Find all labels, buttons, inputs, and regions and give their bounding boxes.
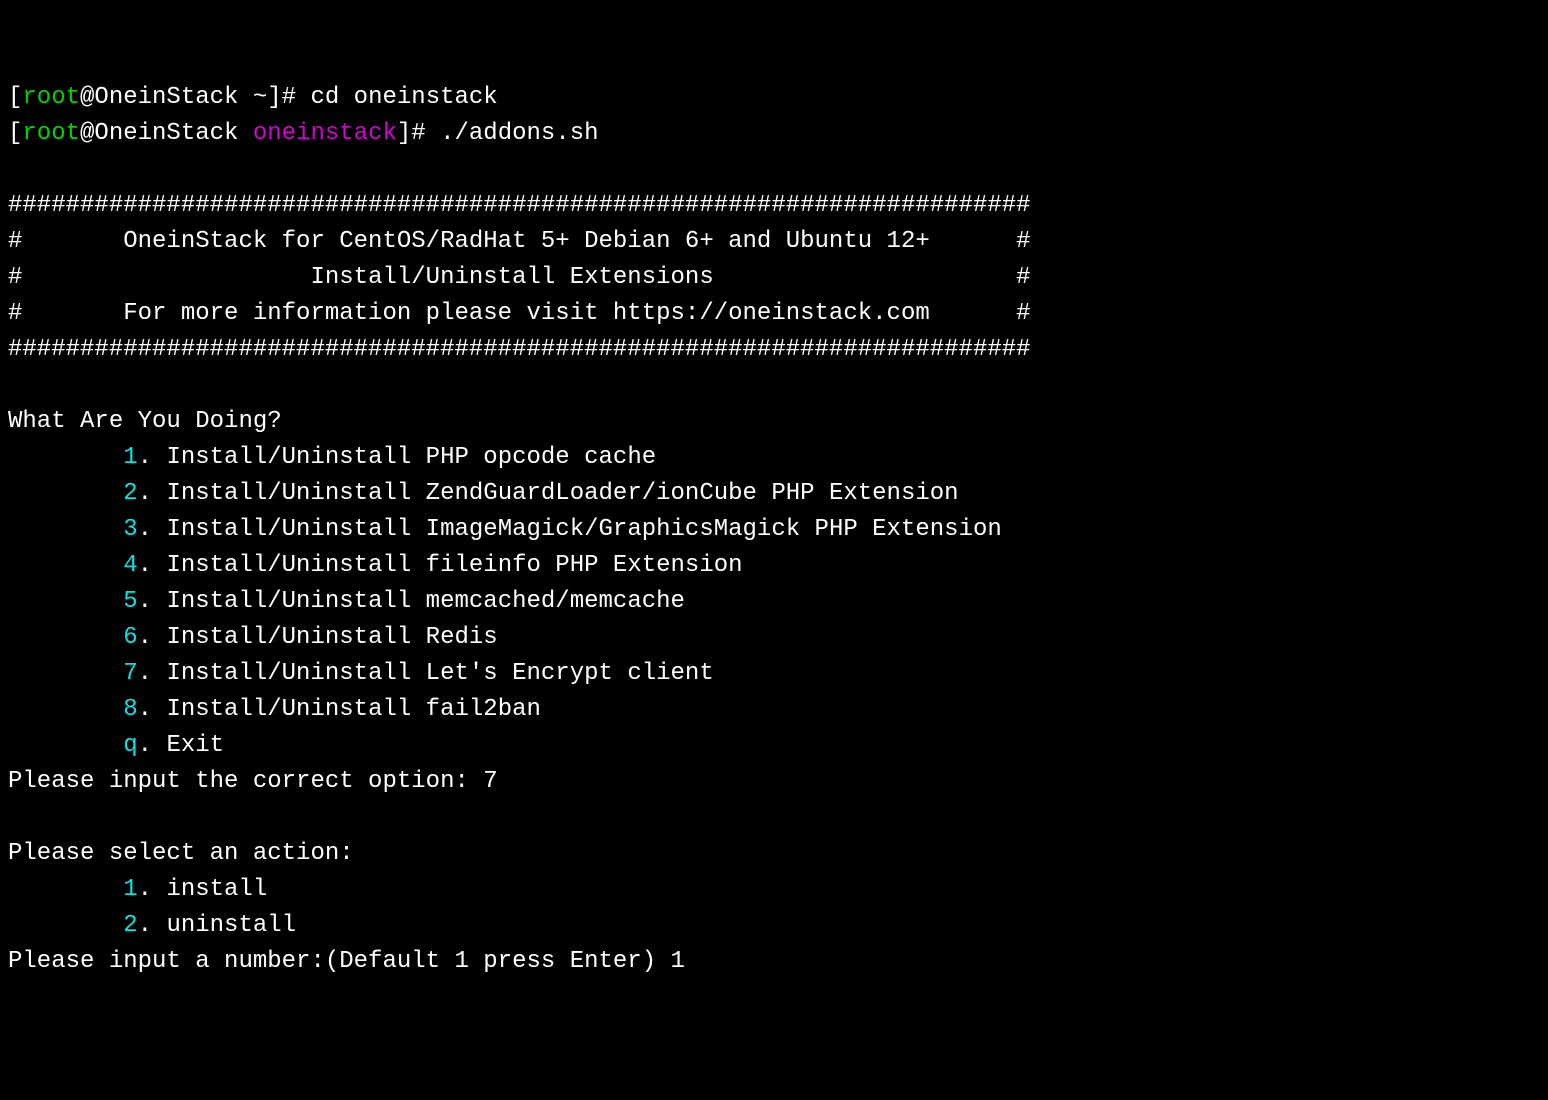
menu-label: Install/Uninstall Let's Encrypt client — [166, 660, 713, 687]
menu-label: Install/Uninstall fileinfo PHP Extension — [166, 552, 742, 579]
menu-item: 2. uninstall — [8, 912, 296, 939]
menu-label: Install/Uninstall ZendGuardLoader/ionCub… — [166, 480, 958, 507]
command-cd: cd oneinstack — [310, 84, 497, 111]
prompt-text: Please input the correct option: — [8, 768, 483, 795]
menu-key: 3 — [123, 516, 137, 543]
prompt-line-2: [root@OneinStack oneinstack]# ./addons.s… — [8, 120, 599, 147]
prompt-user: root — [22, 120, 80, 147]
bracket-close: ]# — [267, 84, 310, 111]
banner-line-2: # Install/Uninstall Extensions # — [8, 264, 1031, 291]
banner-line-3: # For more information please visit http… — [8, 300, 1031, 327]
prompt-cwd: oneinstack — [253, 120, 397, 147]
prompt-user: root — [22, 84, 80, 111]
menu-key: q — [123, 732, 137, 759]
menu-label: Install/Uninstall fail2ban — [166, 696, 540, 723]
prompt-host: @OneinStack — [80, 120, 253, 147]
user-input-number: 1 — [671, 948, 685, 975]
menu-item: 7. Install/Uninstall Let's Encrypt clien… — [8, 660, 714, 687]
bracket-open: [ — [8, 120, 22, 147]
menu-item: 2. Install/Uninstall ZendGuardLoader/ion… — [8, 480, 959, 507]
menu-item: 1. Install/Uninstall PHP opcode cache — [8, 444, 656, 471]
banner-line-1: # OneinStack for CentOS/RadHat 5+ Debian… — [8, 228, 1031, 255]
menu-item: 6. Install/Uninstall Redis — [8, 624, 498, 651]
menu-key: 7 — [123, 660, 137, 687]
menu-key: 5 — [123, 588, 137, 615]
menu-item: q. Exit — [8, 732, 224, 759]
menu-item: 8. Install/Uninstall fail2ban — [8, 696, 541, 723]
menu-key: 2 — [123, 912, 137, 939]
user-input-option: 7 — [483, 768, 497, 795]
menu-key: 6 — [123, 624, 137, 651]
menu-label: uninstall — [166, 912, 296, 939]
menu-key: 2 — [123, 480, 137, 507]
menu-label: Install/Uninstall memcached/memcache — [166, 588, 684, 615]
question-select-action: Please select an action: — [8, 840, 354, 867]
menu-label: Exit — [166, 732, 224, 759]
input-prompt-number[interactable]: Please input a number:(Default 1 press E… — [8, 948, 685, 975]
menu-item: 5. Install/Uninstall memcached/memcache — [8, 588, 685, 615]
prompt-line-1: [root@OneinStack ~]# cd oneinstack — [8, 84, 498, 111]
menu-label: install — [166, 876, 267, 903]
menu-item: 1. install — [8, 876, 267, 903]
question-what-doing: What Are You Doing? — [8, 408, 282, 435]
menu-key: 1 — [123, 876, 137, 903]
menu-key: 1 — [123, 444, 137, 471]
bracket-open: [ — [8, 84, 22, 111]
menu-key: 8 — [123, 696, 137, 723]
menu-item: 3. Install/Uninstall ImageMagick/Graphic… — [8, 516, 1002, 543]
banner-rule-bottom: ########################################… — [8, 336, 1031, 363]
menu-label: Install/Uninstall Redis — [166, 624, 497, 651]
menu-label: Install/Uninstall PHP opcode cache — [166, 444, 656, 471]
menu-label: Install/Uninstall ImageMagick/GraphicsMa… — [166, 516, 1001, 543]
input-prompt-option[interactable]: Please input the correct option: 7 — [8, 768, 498, 795]
prompt-text: Please input a number:(Default 1 press E… — [8, 948, 671, 975]
banner-rule-top: ########################################… — [8, 192, 1031, 219]
bracket-close: ]# — [397, 120, 440, 147]
terminal-output: [root@OneinStack ~]# cd oneinstack [root… — [8, 80, 1540, 980]
command-addons: ./addons.sh — [440, 120, 598, 147]
prompt-cwd: ~ — [253, 84, 267, 111]
menu-key: 4 — [123, 552, 137, 579]
menu-item: 4. Install/Uninstall fileinfo PHP Extens… — [8, 552, 743, 579]
prompt-host: @OneinStack — [80, 84, 253, 111]
